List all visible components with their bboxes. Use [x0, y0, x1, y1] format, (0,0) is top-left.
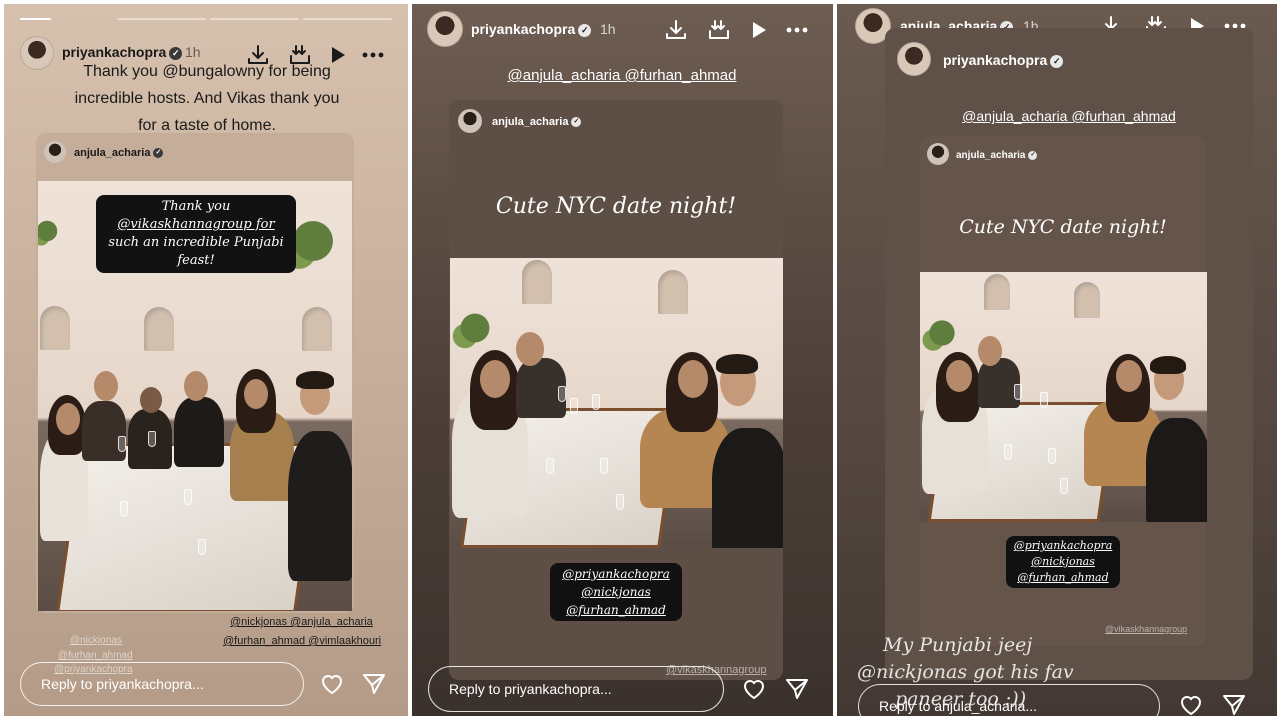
story-headline: Cute NYC date night! — [959, 216, 1167, 238]
caption-line: My Punjabi jeej — [883, 634, 1033, 656]
story-time: 1h — [600, 21, 616, 37]
sticker-mention[interactable]: @vikaskhannagroup for — [102, 216, 290, 234]
verified-badge-icon: ✓ — [1050, 54, 1064, 68]
story-mentions[interactable]: @anjula_acharia @furhan_ahmad — [955, 108, 1183, 124]
story-panel-2: priyankachopra ✓ 1h @anjula_acharia @furh… — [412, 4, 833, 716]
shared-from-username: anjula_acharia ✓ — [956, 150, 1038, 161]
reply-placeholder: Reply to priyankachopra... — [41, 676, 204, 692]
pill-mention[interactable]: @nickjonas — [1010, 554, 1116, 570]
story-photo — [450, 258, 783, 548]
ghost-tag: @furhan_ahmad — [58, 650, 133, 661]
ghost-tag: @nickjonas — [70, 635, 122, 646]
mention-pill[interactable]: @priyankachopra @nickjonas @furhan_ahmad — [550, 563, 682, 621]
download-icon[interactable] — [663, 17, 689, 43]
pill-mention[interactable]: @nickjonas — [554, 583, 678, 601]
inner-story-username: priyankachopra ✓ — [943, 52, 1064, 68]
reply-input[interactable]: Reply to priyankachopra... — [20, 662, 304, 706]
sticker-line: Thank you — [161, 199, 231, 214]
avatar — [897, 42, 931, 76]
progress-segment — [303, 18, 392, 20]
story-progress-bar — [20, 18, 392, 20]
sticker-line: such an incredible Punjabi — [108, 235, 284, 250]
mention-pill[interactable]: @priyankachopra @nickjonas @furhan_ahmad — [1006, 536, 1120, 588]
avatar — [458, 109, 482, 133]
reply-input[interactable]: Reply to priyankachopra... — [428, 666, 724, 712]
story-panel-3: anjula_acharia ✓ 1h priyankachopra ✓ @anju… — [837, 4, 1277, 716]
reply-input[interactable]: Reply to anjula_acharia... — [858, 684, 1160, 716]
sticker-thank-you: Thank you @vikaskhannagroup for such an … — [96, 195, 296, 273]
play-icon[interactable] — [745, 17, 771, 43]
caption-line: @nickjonas got his fav — [857, 661, 1074, 683]
progress-segment — [20, 18, 52, 20]
verified-badge-icon: ✓ — [1028, 150, 1038, 160]
verified-badge-icon: ✓ — [153, 148, 164, 159]
verified-badge-icon: ✓ — [571, 117, 582, 128]
story-mentions[interactable]: @anjula_acharia @furhan_ahmad — [502, 67, 742, 84]
heart-icon[interactable] — [1178, 692, 1204, 716]
caption-line: incredible hosts. And Vikas thank you — [74, 90, 340, 107]
shared-from-username: anjula_acharia ✓ — [492, 116, 582, 128]
mention-tags-line[interactable]: @nickjonas @anjula_acharia — [230, 616, 373, 628]
story-panel-1: priyankachopra ✓ 1h Thank you @bungalowny… — [4, 4, 408, 716]
avatar — [44, 141, 66, 163]
heart-icon[interactable] — [319, 671, 345, 697]
sticker-line: feast! — [177, 253, 215, 268]
heart-icon[interactable] — [741, 676, 767, 702]
save-to-device-icon[interactable] — [706, 17, 732, 43]
pill-mention[interactable]: @priyankachopra — [1010, 538, 1116, 554]
avatar — [927, 143, 949, 165]
story-caption: Thank you @bungalowny for being incredib… — [24, 58, 390, 139]
mention-tags-line[interactable]: @furhan_ahmad @vimlaakhouri — [223, 635, 381, 647]
progress-segment — [117, 18, 206, 20]
send-icon[interactable] — [1221, 692, 1247, 716]
caption-line: Thank you @bungalowny for being — [83, 63, 331, 80]
avatar[interactable] — [427, 11, 463, 47]
story-headline: Cute NYC date night! — [495, 194, 737, 219]
send-icon[interactable] — [361, 671, 387, 697]
pill-mention[interactable]: @furhan_ahmad — [554, 601, 678, 619]
story-photo — [920, 272, 1207, 522]
reply-placeholder: Reply to priyankachopra... — [449, 681, 612, 697]
ghost-tag: @vikaskhannagroup — [1105, 624, 1188, 634]
send-icon[interactable] — [784, 676, 810, 702]
shared-from-username: anjula_acharia ✓ — [74, 147, 164, 159]
pill-mention[interactable]: @furhan_ahmad — [1010, 570, 1116, 586]
story-username[interactable]: priyankachopra ✓ — [471, 21, 592, 37]
pill-mention[interactable]: @priyankachopra — [554, 565, 678, 583]
progress-segment — [210, 18, 299, 20]
more-options-icon[interactable] — [784, 17, 810, 43]
verified-badge-icon: ✓ — [578, 23, 592, 37]
reply-placeholder: Reply to anjula_acharia... — [879, 698, 1037, 714]
